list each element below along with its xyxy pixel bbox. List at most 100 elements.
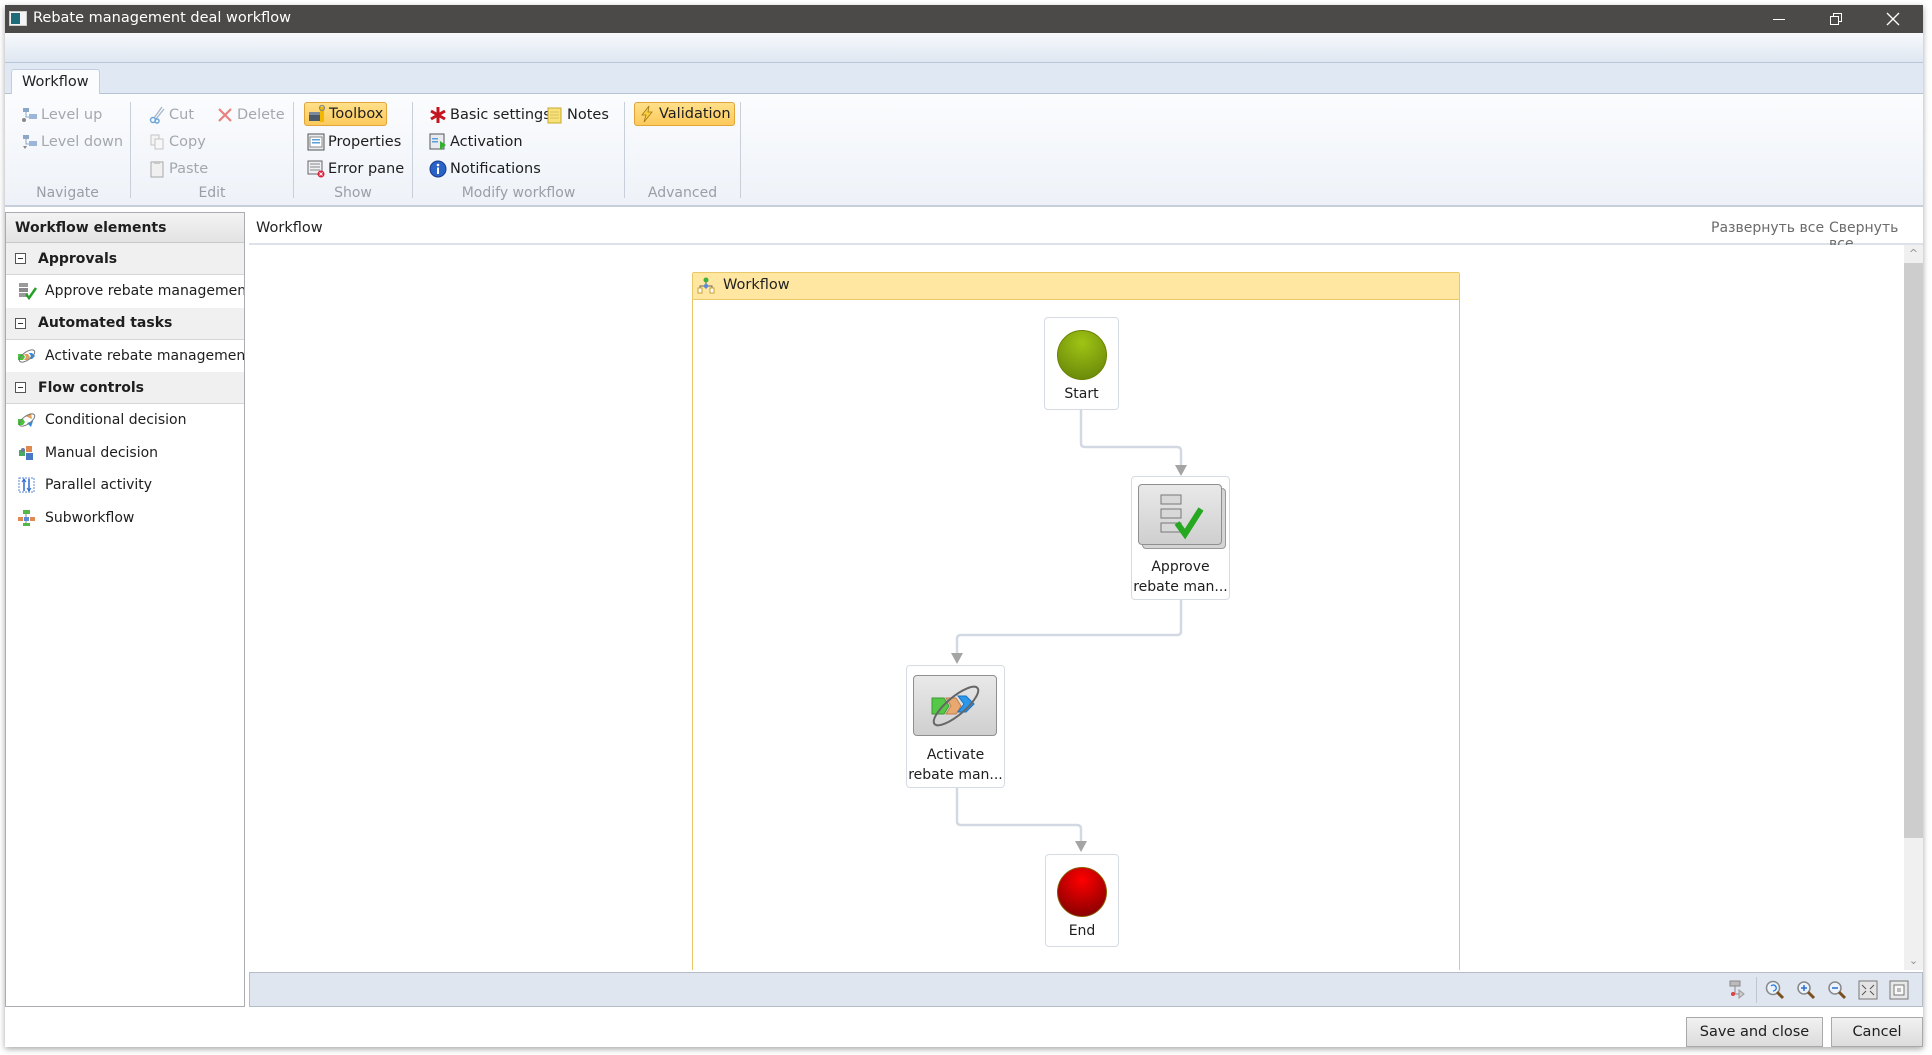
approval-icon xyxy=(19,283,37,301)
group-flow-controls[interactable]: Flow controls xyxy=(6,372,244,404)
layout-connector-icon[interactable] xyxy=(1727,980,1749,1000)
scissors-icon xyxy=(149,106,165,124)
scroll-up-arrow[interactable]: ^ xyxy=(1904,245,1923,263)
group-label-show: Show xyxy=(334,185,372,201)
asterisk-icon xyxy=(430,107,446,123)
scroll-down-arrow[interactable]: ⌄ xyxy=(1904,952,1923,970)
title-bar: Rebate management deal workflow xyxy=(5,5,1923,33)
notes-button[interactable]: Notes xyxy=(543,103,612,127)
ribbon-tab-row: Workflow xyxy=(5,63,1923,95)
delete-x-icon xyxy=(218,108,232,122)
group-approvals[interactable]: Approvals xyxy=(6,243,244,275)
automated-task-icon xyxy=(931,685,980,727)
error-pane-button[interactable]: Error pane xyxy=(304,157,407,181)
manual-decision-icon xyxy=(19,445,33,460)
activation-button[interactable]: Activation xyxy=(426,130,526,154)
workflow-canvas[interactable]: Workflow Start Approve rebate man... Act… xyxy=(249,245,1904,970)
start-circle-icon xyxy=(1056,330,1107,380)
save-and-close-button[interactable]: Save and close xyxy=(1686,1017,1823,1047)
workflow-hierarchy-icon xyxy=(697,277,715,294)
approval-icon xyxy=(1160,494,1204,540)
minimize-button[interactable] xyxy=(1751,5,1807,33)
group-label-edit: Edit xyxy=(198,185,226,201)
basic-settings-button[interactable]: Basic settings xyxy=(426,103,554,127)
activation-icon xyxy=(429,133,446,150)
element-activate-rebate-management[interactable]: Activate rebate management d xyxy=(6,340,244,373)
cancel-button[interactable]: Cancel xyxy=(1831,1017,1923,1047)
zoom-fit-icon[interactable] xyxy=(1764,980,1786,1000)
workflow-container-header: Workflow xyxy=(693,273,1459,300)
expand-all-link[interactable]: Развернуть все xyxy=(1711,220,1824,236)
element-subworkflow[interactable]: Subworkflow xyxy=(6,502,244,535)
node-approve-rebate-management[interactable]: Approve rebate man... xyxy=(1131,476,1230,600)
canvas-header: Workflow Развернуть все Свернуть все xyxy=(249,212,1923,252)
group-label-navigate: Navigate xyxy=(36,185,99,201)
parallel-activity-icon xyxy=(18,477,35,493)
ribbon: Level up Level down Navigate Cut Delete … xyxy=(5,94,1923,207)
group-automated-tasks[interactable]: Automated tasks xyxy=(6,307,244,340)
info-icon xyxy=(429,160,447,178)
scrollbar-thumb[interactable] xyxy=(1904,263,1923,838)
collapse-icon[interactable] xyxy=(15,253,26,264)
fit-to-screen-icon[interactable] xyxy=(1857,980,1879,1000)
level-down-icon xyxy=(23,135,37,149)
workflow-editor-window: Rebate management deal workflow Workflow… xyxy=(5,5,1923,1047)
group-label-modify-workflow: Modify workflow xyxy=(461,185,576,201)
validation-button[interactable]: Validation xyxy=(634,102,735,126)
collapse-icon[interactable] xyxy=(15,382,26,393)
vertical-scrollbar[interactable]: ^ ⌄ xyxy=(1904,245,1923,970)
copy-button[interactable]: Copy xyxy=(145,130,209,154)
window-title: Rebate management deal workflow xyxy=(33,10,291,26)
panel-title: Workflow elements xyxy=(6,213,244,243)
app-icon xyxy=(9,11,27,26)
group-label-advanced: Advanced xyxy=(647,185,718,201)
subworkflow-icon xyxy=(18,509,35,526)
element-conditional-decision[interactable]: Conditional decision xyxy=(6,404,244,437)
quick-access-strip xyxy=(5,33,1923,63)
zoom-in-icon[interactable] xyxy=(1795,980,1817,1000)
notes-icon xyxy=(547,107,562,124)
ribbon-group-show: Toolbox Properties Error pane Show xyxy=(294,94,412,205)
toolbar-separator xyxy=(1756,977,1757,1003)
minimize-icon xyxy=(1773,18,1785,20)
tab-workflow[interactable]: Workflow xyxy=(11,69,100,95)
conditional-decision-icon xyxy=(18,413,36,428)
collapse-icon[interactable] xyxy=(15,317,26,329)
node-end[interactable]: End xyxy=(1045,854,1119,947)
element-manual-decision[interactable]: Manual decision xyxy=(6,437,244,470)
automated-task-tile xyxy=(913,675,997,736)
actual-size-icon[interactable] xyxy=(1888,980,1910,1000)
ribbon-group-navigate: Level up Level down Navigate xyxy=(5,94,130,205)
properties-icon xyxy=(307,133,325,151)
error-pane-icon xyxy=(307,160,325,178)
paste-button[interactable]: Paste xyxy=(145,157,211,181)
level-down-button[interactable]: Level down xyxy=(17,130,126,154)
canvas-breadcrumb: Workflow xyxy=(256,220,323,236)
node-activate-rebate-management[interactable]: Activate rebate man... xyxy=(906,665,1005,788)
paste-clipboard-icon xyxy=(150,161,164,178)
zoom-out-icon[interactable] xyxy=(1826,980,1848,1000)
restore-icon xyxy=(1830,13,1842,25)
toolbox-icon xyxy=(309,105,326,122)
canvas-toolbar xyxy=(249,972,1923,1007)
workflow-elements-panel: Workflow elements Approvals Approve reba… xyxy=(5,212,245,1007)
ribbon-group-advanced: Validation Advanced xyxy=(625,94,740,205)
level-up-button[interactable]: Level up xyxy=(17,103,105,127)
node-start[interactable]: Start xyxy=(1044,317,1119,410)
element-parallel-activity[interactable]: Parallel activity xyxy=(6,469,244,502)
properties-button[interactable]: Properties xyxy=(304,130,404,154)
cut-button[interactable]: Cut xyxy=(145,103,197,127)
toolbox-button[interactable]: Toolbox xyxy=(304,102,388,126)
automated-task-icon xyxy=(18,349,36,363)
ribbon-separator xyxy=(740,102,741,198)
ribbon-group-modify-workflow: Basic settings Notes Activation Notifica… xyxy=(413,94,624,205)
notifications-button[interactable]: Notifications xyxy=(426,157,544,181)
element-approve-rebate-management[interactable]: Approve rebate management xyxy=(6,275,244,308)
restore-button[interactable] xyxy=(1808,5,1864,33)
copy-icon xyxy=(150,134,164,150)
workflow-container-title: Workflow xyxy=(723,277,790,293)
validation-lightning-icon xyxy=(641,105,653,123)
end-circle-icon xyxy=(1057,867,1107,917)
close-button[interactable] xyxy=(1865,5,1921,33)
delete-button[interactable]: Delete xyxy=(213,103,288,127)
